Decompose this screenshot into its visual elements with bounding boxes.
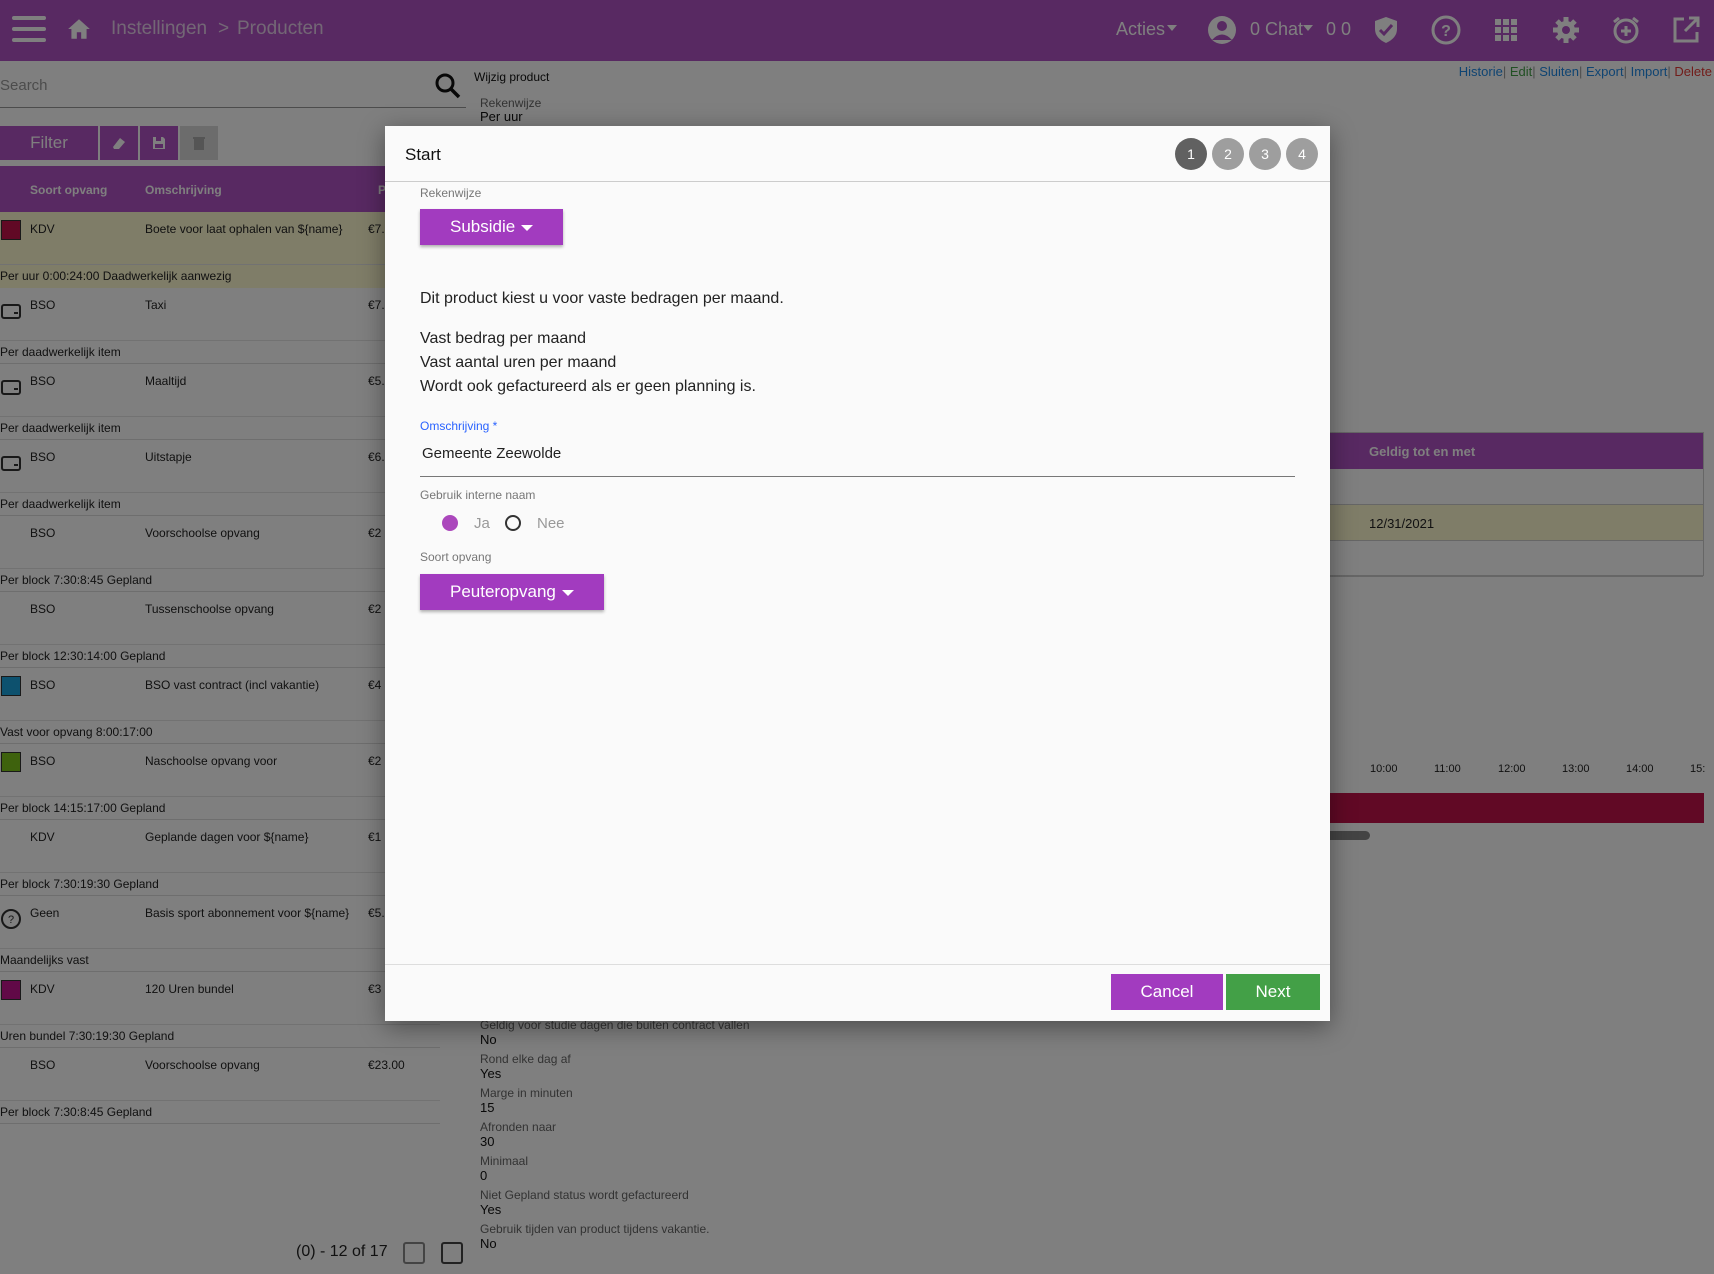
radio-nee-label[interactable]: Nee [537, 515, 565, 532]
dialog-title: Start [405, 145, 441, 164]
cancel-button[interactable]: Cancel [1111, 974, 1223, 1010]
rekenwijze-dropdown[interactable]: Subsidie [420, 209, 564, 245]
omschrijving-input[interactable]: Gemeente Zeewolde [420, 431, 1295, 477]
rekenwijze-label: Rekenwijze [420, 186, 482, 200]
step-1[interactable]: 1 [1175, 138, 1207, 170]
radio-ja[interactable] [442, 515, 458, 531]
radio-nee[interactable] [505, 515, 521, 531]
description-line: Vast aantal uren per maand [420, 354, 617, 371]
caret-down-icon [521, 225, 534, 231]
soort-opvang-dropdown[interactable]: Peuteropvang [420, 574, 604, 610]
product-description: Dit product kiest u voor vaste bedragen … [420, 290, 784, 307]
step-4[interactable]: 4 [1286, 138, 1318, 170]
interne-naam-label: Gebruik interne naam [420, 488, 536, 502]
dialog-footer: Cancel Next [385, 964, 1330, 1021]
caret-down-icon [561, 590, 574, 596]
description-line: Wordt ook gefactureerd als er geen plann… [420, 378, 756, 395]
radio-ja-label[interactable]: Ja [474, 515, 490, 532]
dialog-header: Start 1 2 3 4 [385, 126, 1330, 182]
soort-opvang-label: Soort opvang [420, 550, 492, 564]
soort-opvang-value: Peuteropvang [450, 582, 556, 601]
omschrijving-value: Gemeente Zeewolde [422, 445, 562, 462]
rekenwijze-value: Subsidie [450, 217, 516, 236]
step-2[interactable]: 2 [1212, 138, 1244, 170]
description-line: Vast bedrag per maand [420, 330, 587, 347]
product-wizard-dialog: Start 1 2 3 4 Rekenwijze Subsidie Dit pr… [385, 126, 1330, 1021]
step-3[interactable]: 3 [1249, 138, 1281, 170]
next-button[interactable]: Next [1226, 974, 1320, 1010]
